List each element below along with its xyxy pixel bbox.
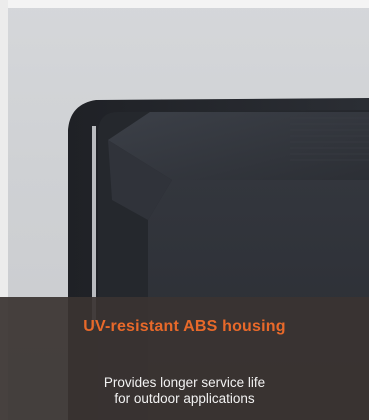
housing-seam: [92, 126, 96, 326]
caption-line-1: Provides longer service life: [103, 375, 266, 390]
caption-body: Provides longer service life for outdoor…: [0, 375, 369, 407]
caption-line-2: for outdoor applications: [114, 391, 255, 406]
feature-card: UV-resistant ABS housing Provides longer…: [0, 0, 369, 420]
caption-title: UV-resistant ABS housing: [83, 318, 286, 335]
top-border: [0, 0, 369, 8]
